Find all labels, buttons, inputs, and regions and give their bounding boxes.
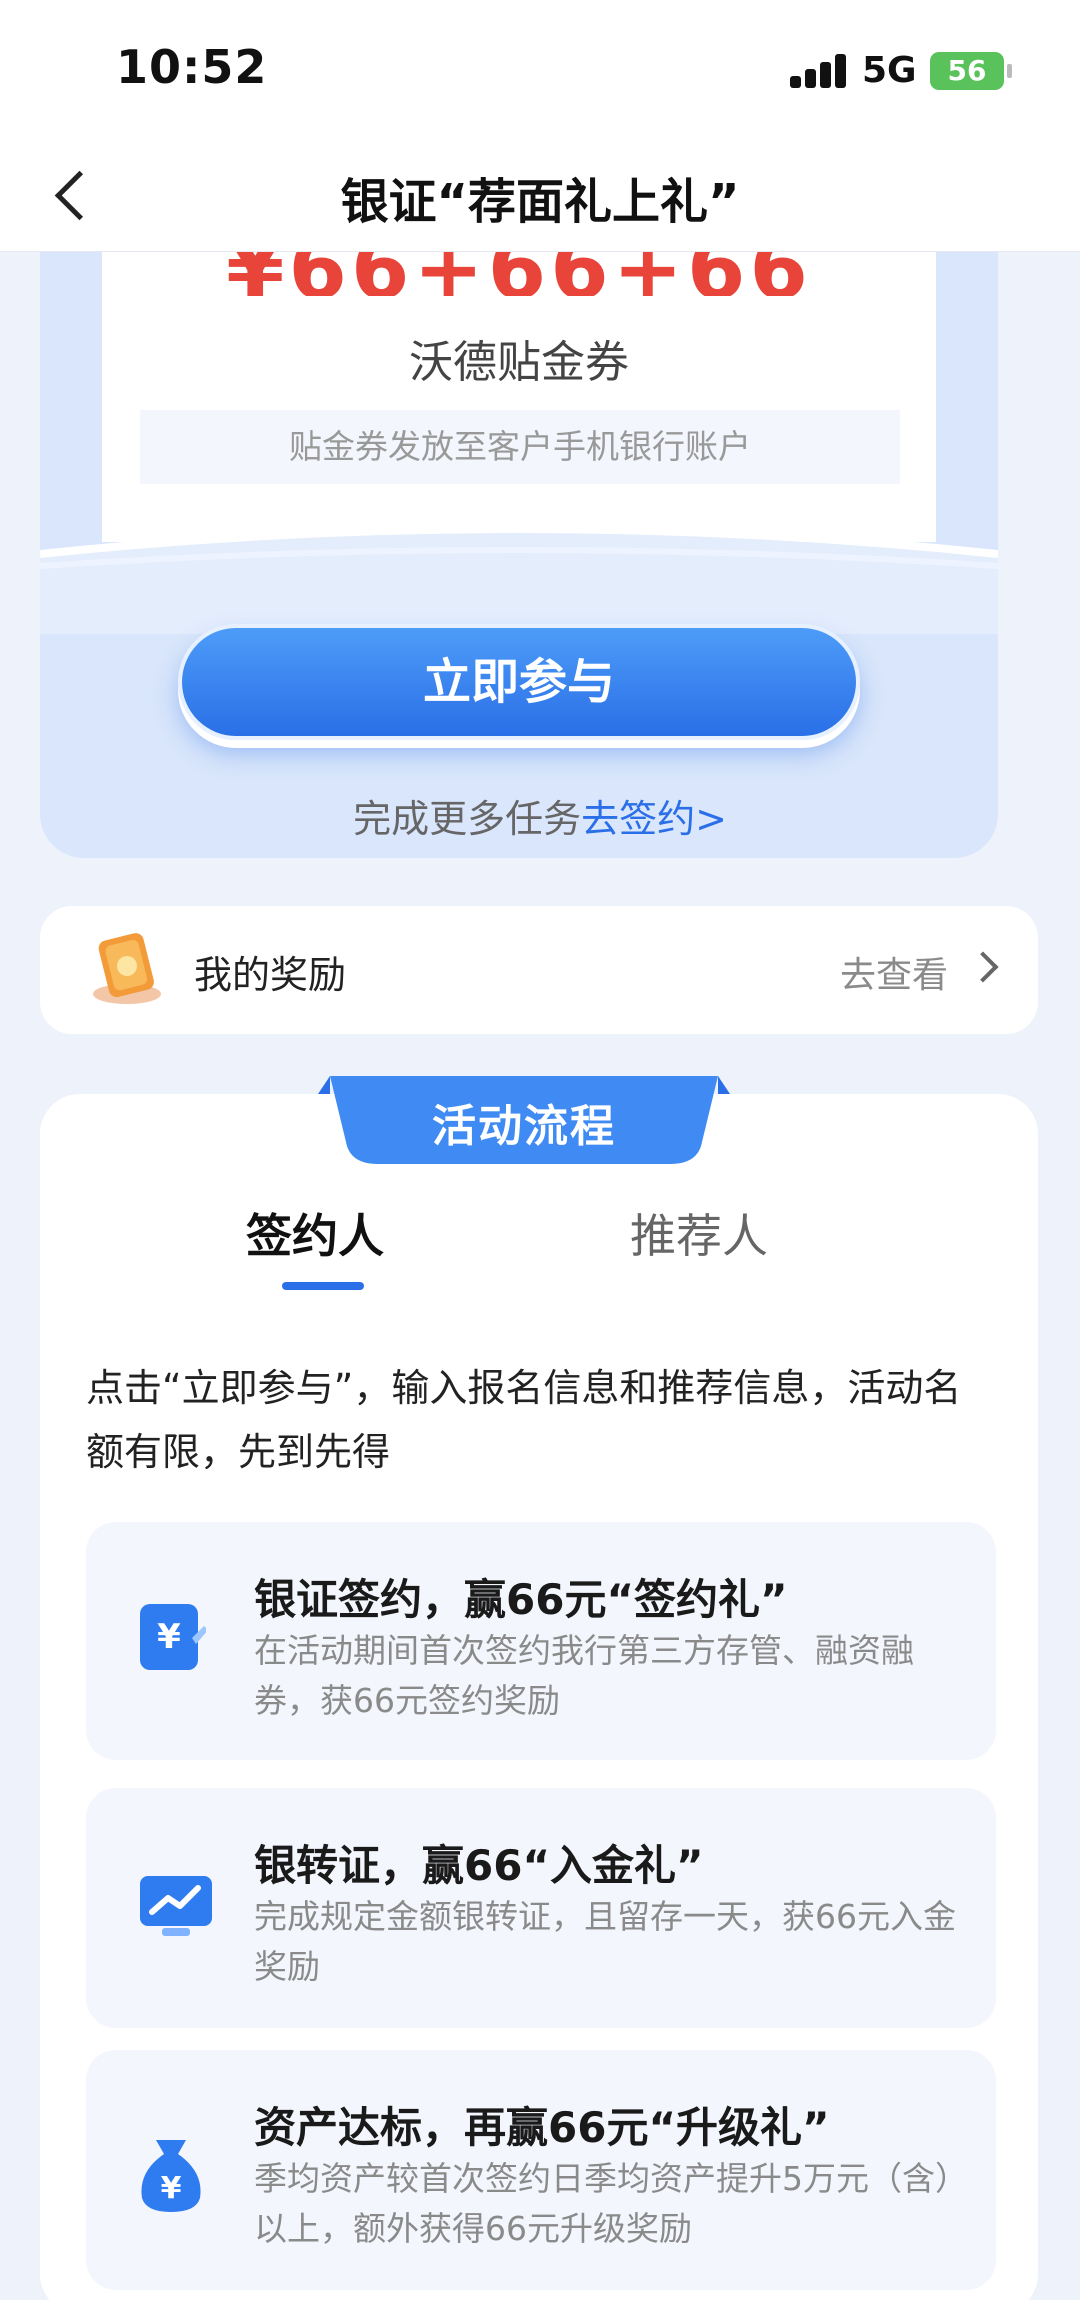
more-tasks-text: 完成更多任务 bbox=[353, 797, 582, 841]
network-type: 5G bbox=[862, 50, 917, 91]
section-title: 活动流程 bbox=[432, 1101, 616, 1152]
signal-icon bbox=[790, 54, 846, 88]
step-card-upgrade: ¥ 资产达标，再赢66元“升级礼” 季均资产较首次签约日季均资产提升5万元（含）… bbox=[86, 2050, 996, 2290]
status-bar: 10:52 5G 56 bbox=[0, 0, 1080, 140]
money-bag-icon: ¥ bbox=[141, 2140, 201, 2212]
step-desc: 季均资产较首次签约日季均资产提升5万元（含）以上，额外获得66元升级奖励 bbox=[254, 2159, 952, 2248]
gift-coupon-icon bbox=[93, 933, 161, 1004]
chevron-right-icon bbox=[967, 951, 999, 983]
coupon-note: 贴金券发放至客户手机银行账户 bbox=[140, 410, 900, 484]
step-title: 银转证，赢66“入金礼” bbox=[254, 1841, 704, 1890]
step-card-sign: ¥ 银证签约，赢66元“签约礼” 在活动期间首次签约我行第三方存管、融资融券，获… bbox=[86, 1522, 996, 1760]
more-tasks: 完成更多任务去签约> bbox=[0, 788, 1080, 843]
page-title: 银证“荐面礼上礼” bbox=[340, 174, 740, 230]
view-rewards-link[interactable]: 去查看 bbox=[840, 946, 948, 998]
my-rewards-row[interactable]: 我的奖励 去查看 bbox=[40, 906, 1038, 1034]
step-desc: 在活动期间首次签约我行第三方存管、融资融券，获66元签约奖励 bbox=[254, 1631, 914, 1720]
battery-level: 56 bbox=[947, 54, 987, 87]
yen-card-icon: ¥ bbox=[140, 1604, 206, 1670]
status-time: 10:52 bbox=[116, 40, 268, 94]
wave-decoration bbox=[40, 525, 998, 634]
step-card-deposit: 银转证，赢66“入金礼” 完成规定金额银转证，且留存一天，获66元入金奖励 bbox=[86, 1788, 996, 2028]
step-desc: 完成规定金额银转证，且留存一天，获66元入金奖励 bbox=[254, 1897, 956, 1986]
my-rewards-label: 我的奖励 bbox=[194, 953, 347, 997]
trend-monitor-icon bbox=[140, 1876, 212, 1936]
battery-icon: 56 bbox=[930, 52, 1012, 90]
go-sign-link[interactable]: 去签约> bbox=[581, 797, 727, 841]
step-title: 银证签约，赢66元“签约礼” bbox=[254, 1575, 788, 1624]
nav-bar: 银证“荐面礼上礼” bbox=[0, 140, 1080, 252]
tab-signer[interactable]: 签约人 bbox=[246, 1200, 384, 1266]
join-now-button[interactable]: 立即参与 bbox=[178, 624, 860, 740]
tab-recommender[interactable]: 推荐人 bbox=[630, 1200, 768, 1266]
coupon-name: 沃德贴金券 bbox=[409, 337, 629, 388]
process-intro: 点击“立即参与”，输入报名信息和推荐信息，活动名额有限，先到先得 bbox=[86, 1366, 962, 1474]
svg-text:¥: ¥ bbox=[157, 1617, 181, 1657]
svg-text:¥: ¥ bbox=[161, 2171, 182, 2206]
active-tab-indicator bbox=[282, 1282, 364, 1290]
step-title: 资产达标，再赢66元“升级礼” bbox=[254, 2103, 830, 2152]
